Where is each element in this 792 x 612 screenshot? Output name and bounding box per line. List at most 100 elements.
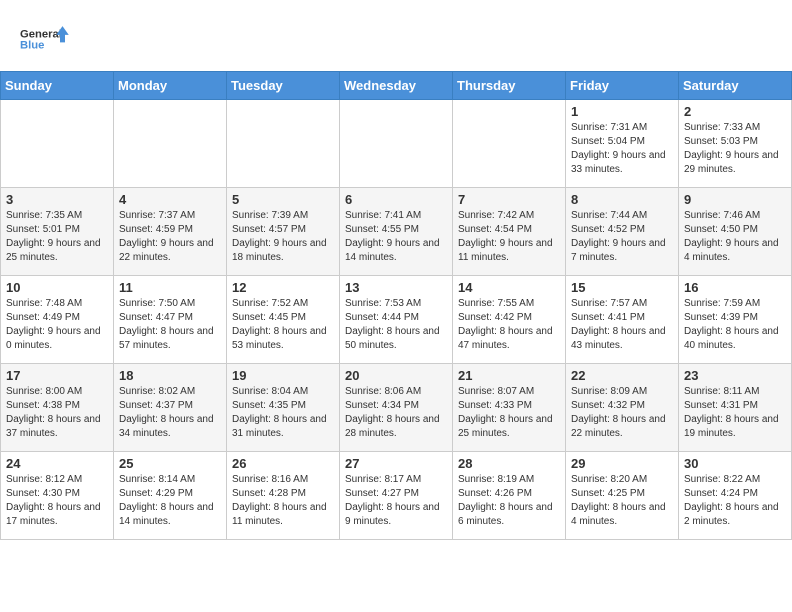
day-number: 22: [571, 368, 673, 383]
day-number: 7: [458, 192, 560, 207]
calendar-cell: 1 Sunrise: 7:31 AMSunset: 5:04 PMDaylight…: [566, 100, 679, 188]
calendar-cell: 12 Sunrise: 7:52 AMSunset: 4:45 PMDayligh…: [227, 276, 340, 364]
day-number: 13: [345, 280, 447, 295]
svg-text:Blue: Blue: [20, 40, 44, 52]
day-number: 2: [684, 104, 786, 119]
calendar-table: SundayMondayTuesdayWednesdayThursdayFrid…: [0, 71, 792, 540]
calendar-cell: 14 Sunrise: 7:55 AMSunset: 4:42 PMDayligh…: [453, 276, 566, 364]
week-row-5: 24 Sunrise: 8:12 AMSunset: 4:30 PMDayligh…: [1, 452, 792, 540]
day-info: Sunrise: 7:41 AMSunset: 4:55 PMDaylight:…: [345, 209, 447, 265]
calendar-cell: 20Sunrise: 8:06 AMSunset: 4:34 PMDayligh…: [340, 364, 453, 452]
day-info: Sunrise: 7:37 AMSunset: 4:59 PMDaylight:…: [119, 209, 221, 265]
day-number: 1: [571, 104, 673, 119]
calendar-cell: 10 Sunrise: 7:48 AMSunset: 4:49 PMDayligh…: [1, 276, 114, 364]
day-info: Sunrise: 8:14 AMSunset: 4:29 PMDaylight:…: [119, 473, 221, 529]
calendar-cell: 2 Sunrise: 7:33 AMSunset: 5:03 PMDaylight…: [679, 100, 792, 188]
calendar-cell: 29 Sunrise: 8:20 AMSunset: 4:25 PMDayligh…: [566, 452, 679, 540]
week-row-3: 10 Sunrise: 7:48 AMSunset: 4:49 PMDayligh…: [1, 276, 792, 364]
day-info: Sunrise: 8:22 AMSunset: 4:24 PMDaylight:…: [684, 473, 786, 529]
day-number: 15: [571, 280, 673, 295]
day-number: 8: [571, 192, 673, 207]
calendar-cell: 24 Sunrise: 8:12 AMSunset: 4:30 PMDayligh…: [1, 452, 114, 540]
calendar-cell: 19 Sunrise: 8:04 AMSunset: 4:35 PMDayligh…: [227, 364, 340, 452]
calendar-cell: [340, 100, 453, 188]
calendar-cell: 17 Sunrise: 8:00 AMSunset: 4:38 PMDayligh…: [1, 364, 114, 452]
calendar-cell: [453, 100, 566, 188]
week-row-2: 3 Sunrise: 7:35 AMSunset: 5:01 PMDaylight…: [1, 188, 792, 276]
day-info: Sunrise: 8:20 AMSunset: 4:25 PMDaylight:…: [571, 473, 673, 529]
day-number: 9: [684, 192, 786, 207]
day-info: Sunrise: 7:42 AMSunset: 4:54 PMDaylight:…: [458, 209, 560, 265]
day-number: 3: [6, 192, 108, 207]
day-info: Sunrise: 8:12 AMSunset: 4:30 PMDaylight:…: [6, 473, 108, 529]
calendar-cell: 18 Sunrise: 8:02 AMSunset: 4:37 PMDayligh…: [114, 364, 227, 452]
column-header-saturday: Saturday: [679, 72, 792, 100]
calendar-cell: 6 Sunrise: 7:41 AMSunset: 4:55 PMDaylight…: [340, 188, 453, 276]
day-number: 19: [232, 368, 334, 383]
day-number: 14: [458, 280, 560, 295]
day-info: Sunrise: 7:39 AMSunset: 4:57 PMDaylight:…: [232, 209, 334, 265]
calendar-cell: 28Sunrise: 8:19 AMSunset: 4:26 PMDayligh…: [453, 452, 566, 540]
calendar-header-row: SundayMondayTuesdayWednesdayThursdayFrid…: [1, 72, 792, 100]
day-number: 12: [232, 280, 334, 295]
logo: General Blue: [20, 18, 70, 63]
calendar-cell: 26 Sunrise: 8:16 AMSunset: 4:28 PMDayligh…: [227, 452, 340, 540]
day-number: 5: [232, 192, 334, 207]
calendar-cell: 16Sunrise: 7:59 AMSunset: 4:39 PMDayligh…: [679, 276, 792, 364]
calendar-cell: 15 Sunrise: 7:57 AMSunset: 4:41 PMDayligh…: [566, 276, 679, 364]
day-info: Sunrise: 7:46 AMSunset: 4:50 PMDaylight:…: [684, 209, 786, 265]
calendar-cell: 4Sunrise: 7:37 AMSunset: 4:59 PMDaylight…: [114, 188, 227, 276]
day-info: Sunrise: 7:52 AMSunset: 4:45 PMDaylight:…: [232, 297, 334, 353]
calendar-cell: 5 Sunrise: 7:39 AMSunset: 4:57 PMDaylight…: [227, 188, 340, 276]
calendar-cell: 7 Sunrise: 7:42 AMSunset: 4:54 PMDaylight…: [453, 188, 566, 276]
calendar-body: 1 Sunrise: 7:31 AMSunset: 5:04 PMDaylight…: [1, 100, 792, 540]
day-info: Sunrise: 8:11 AMSunset: 4:31 PMDaylight:…: [684, 385, 786, 441]
day-info: Sunrise: 8:06 AMSunset: 4:34 PMDaylight:…: [345, 385, 447, 441]
day-number: 26: [232, 456, 334, 471]
calendar-cell: 25 Sunrise: 8:14 AMSunset: 4:29 PMDayligh…: [114, 452, 227, 540]
calendar-cell: [114, 100, 227, 188]
day-number: 11: [119, 280, 221, 295]
day-number: 24: [6, 456, 108, 471]
day-number: 29: [571, 456, 673, 471]
week-row-1: 1 Sunrise: 7:31 AMSunset: 5:04 PMDaylight…: [1, 100, 792, 188]
day-info: Sunrise: 7:44 AMSunset: 4:52 PMDaylight:…: [571, 209, 673, 265]
day-info: Sunrise: 7:48 AMSunset: 4:49 PMDaylight:…: [6, 297, 108, 353]
day-info: Sunrise: 7:33 AMSunset: 5:03 PMDaylight:…: [684, 121, 786, 177]
column-header-thursday: Thursday: [453, 72, 566, 100]
column-header-tuesday: Tuesday: [227, 72, 340, 100]
day-info: Sunrise: 7:50 AMSunset: 4:47 PMDaylight:…: [119, 297, 221, 353]
day-info: Sunrise: 7:35 AMSunset: 5:01 PMDaylight:…: [6, 209, 108, 265]
svg-text:General: General: [20, 28, 62, 40]
day-number: 30: [684, 456, 786, 471]
column-header-sunday: Sunday: [1, 72, 114, 100]
logo-svg: General Blue: [20, 18, 70, 63]
day-info: Sunrise: 7:57 AMSunset: 4:41 PMDaylight:…: [571, 297, 673, 353]
column-header-wednesday: Wednesday: [340, 72, 453, 100]
day-info: Sunrise: 8:17 AMSunset: 4:27 PMDaylight:…: [345, 473, 447, 529]
day-number: 23: [684, 368, 786, 383]
calendar-cell: 11 Sunrise: 7:50 AMSunset: 4:47 PMDayligh…: [114, 276, 227, 364]
day-number: 10: [6, 280, 108, 295]
day-info: Sunrise: 7:55 AMSunset: 4:42 PMDaylight:…: [458, 297, 560, 353]
day-number: 17: [6, 368, 108, 383]
day-number: 6: [345, 192, 447, 207]
calendar-cell: 27Sunrise: 8:17 AMSunset: 4:27 PMDayligh…: [340, 452, 453, 540]
calendar-cell: 3 Sunrise: 7:35 AMSunset: 5:01 PMDaylight…: [1, 188, 114, 276]
calendar-cell: 9 Sunrise: 7:46 AMSunset: 4:50 PMDaylight…: [679, 188, 792, 276]
day-info: Sunrise: 8:04 AMSunset: 4:35 PMDaylight:…: [232, 385, 334, 441]
calendar-cell: 23 Sunrise: 8:11 AMSunset: 4:31 PMDayligh…: [679, 364, 792, 452]
day-info: Sunrise: 8:07 AMSunset: 4:33 PMDaylight:…: [458, 385, 560, 441]
day-number: 25: [119, 456, 221, 471]
calendar-cell: 8 Sunrise: 7:44 AMSunset: 4:52 PMDaylight…: [566, 188, 679, 276]
day-info: Sunrise: 8:19 AMSunset: 4:26 PMDaylight:…: [458, 473, 560, 529]
day-info: Sunrise: 7:59 AMSunset: 4:39 PMDaylight:…: [684, 297, 786, 353]
day-info: Sunrise: 7:31 AMSunset: 5:04 PMDaylight:…: [571, 121, 673, 177]
day-info: Sunrise: 8:02 AMSunset: 4:37 PMDaylight:…: [119, 385, 221, 441]
day-info: Sunrise: 8:00 AMSunset: 4:38 PMDaylight:…: [6, 385, 108, 441]
calendar-cell: 13Sunrise: 7:53 AMSunset: 4:44 PMDayligh…: [340, 276, 453, 364]
column-header-friday: Friday: [566, 72, 679, 100]
day-info: Sunrise: 8:16 AMSunset: 4:28 PMDaylight:…: [232, 473, 334, 529]
day-number: 21: [458, 368, 560, 383]
day-number: 18: [119, 368, 221, 383]
